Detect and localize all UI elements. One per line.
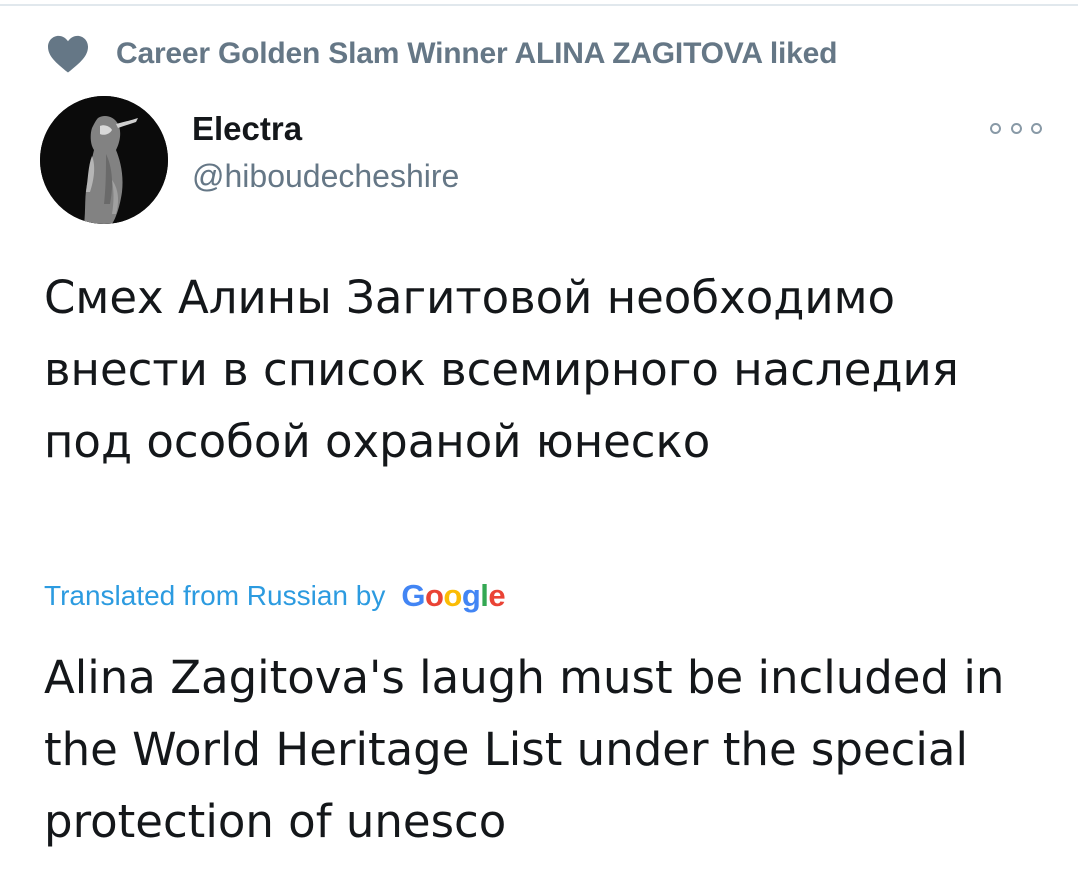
more-dot [990, 122, 1001, 134]
translation-attribution: Translated from Russian by Google [44, 574, 506, 618]
social-context[interactable]: Career Golden Slam Winner ALINA ZAGITOVA… [46, 34, 837, 74]
more-options-icon[interactable] [990, 118, 1042, 138]
social-context-text: Career Golden Slam Winner ALINA ZAGITOVA… [116, 37, 838, 70]
more-dot [1031, 122, 1042, 134]
tweet-original-text: Смех Алины Загитовой необходимо внести в… [44, 271, 959, 468]
more-dot [1010, 122, 1022, 134]
translation-label: Translated from Russian by [44, 580, 386, 611]
google-logo: Google [401, 578, 506, 613]
heart-icon [48, 35, 88, 73]
author-display-name[interactable]: Electra [192, 110, 302, 148]
author-handle[interactable]: @hiboudecheshire [192, 158, 459, 195]
avatar-image [40, 96, 168, 224]
tweet-translated-text: Alina Zagitova's laugh must be included … [44, 651, 1005, 848]
avatar[interactable] [40, 96, 168, 224]
top-divider [0, 4, 1078, 6]
